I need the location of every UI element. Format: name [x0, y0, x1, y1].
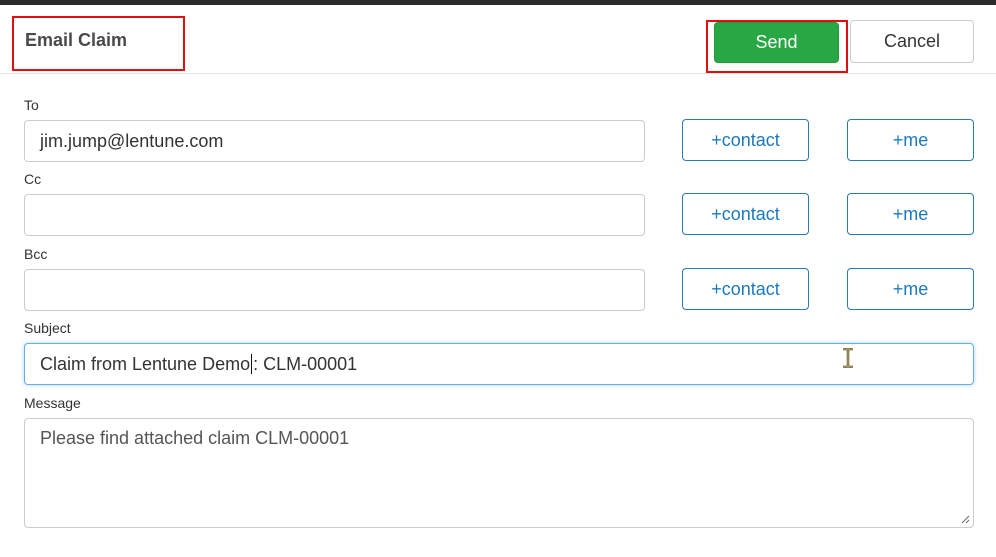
email-claim-dialog: Email Claim Send Cancel To jim.jump@lent…	[0, 5, 996, 557]
cc-add-me-button[interactable]: +me	[847, 193, 974, 235]
subject-input[interactable]: Claim from Lentune Demo: CLM-00001	[24, 343, 974, 385]
ibeam-cursor-icon	[843, 348, 853, 368]
cc-input[interactable]	[24, 194, 645, 236]
bcc-input[interactable]	[24, 269, 645, 311]
subject-label: Subject	[24, 320, 71, 336]
text-caret	[251, 354, 253, 374]
dialog-header: Email Claim Send Cancel	[0, 5, 996, 74]
resize-handle-icon[interactable]	[960, 514, 970, 524]
subject-text-after-caret: : CLM-00001	[253, 353, 358, 374]
to-add-contact-button[interactable]: +contact	[682, 119, 809, 161]
to-input[interactable]: jim.jump@lentune.com	[24, 120, 645, 162]
message-label: Message	[24, 395, 81, 411]
to-add-me-button[interactable]: +me	[847, 119, 974, 161]
subject-text-before-caret: Claim from Lentune Demo	[40, 353, 251, 374]
cancel-button[interactable]: Cancel	[850, 20, 974, 63]
cc-label: Cc	[24, 171, 42, 187]
send-button[interactable]: Send	[714, 22, 839, 63]
message-text: Please find attached claim CLM-00001	[40, 428, 350, 448]
bcc-add-me-button[interactable]: +me	[847, 268, 974, 310]
bcc-add-contact-button[interactable]: +contact	[682, 268, 809, 310]
title-highlight-box	[12, 16, 185, 71]
message-textarea[interactable]: Please find attached claim CLM-00001	[24, 418, 974, 528]
to-label: To	[24, 97, 39, 113]
cc-add-contact-button[interactable]: +contact	[682, 193, 809, 235]
bcc-label: Bcc	[24, 246, 48, 262]
